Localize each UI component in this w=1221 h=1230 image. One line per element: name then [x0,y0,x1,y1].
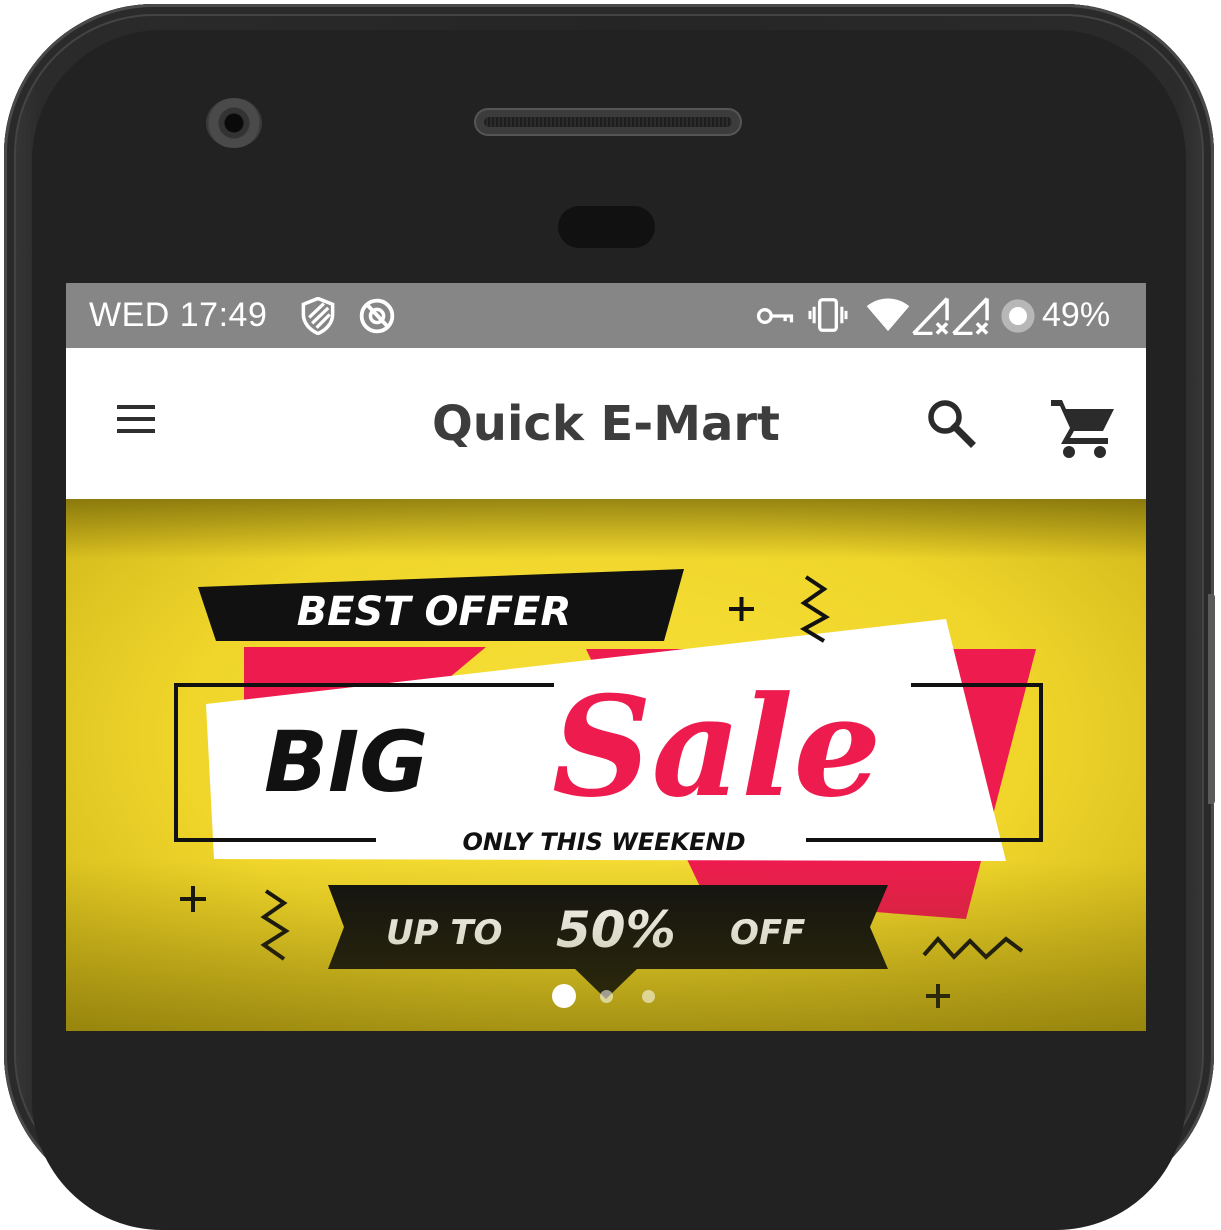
carousel-indicators [66,984,1146,1014]
status-bar: WED 17:49 49% [66,283,1146,348]
signal-no-service-icon [952,297,989,335]
carousel-dot[interactable] [599,989,613,1003]
status-time: WED 17:49 [89,296,268,334]
vpn-key-icon [756,308,794,324]
discount-suffix-text: OFF [730,913,805,953]
zigzag-decoration [799,575,830,643]
search-button[interactable] [916,388,986,458]
front-camera [206,98,262,148]
sale-text: Sale [552,665,881,828]
plus-decoration [180,886,206,912]
phone-screen: WED 17:49 49% Quick E-Mart BEST OFFER BI… [66,283,1146,1031]
battery-percentage: 49% [1042,296,1111,334]
discount-prefix-text: UP TO [386,913,502,953]
shopping-cart-icon [1051,400,1114,458]
battery-saver-icon [1001,299,1035,333]
proximity-sensor [558,206,655,248]
vibrate-icon [808,298,848,332]
zigzag-decoration [260,889,290,961]
app-bar: Quick E-Mart [66,348,1146,499]
only-this-weekend-text: ONLY THIS WEEKEND [462,828,745,856]
best-offer-text: BEST OFFER [297,589,572,635]
sale-banner-artwork: BEST OFFER BIG Sale ONLY THIS WEEKEND UP… [174,569,1043,1008]
carousel-dot[interactable] [641,989,655,1003]
signal-no-service-icon [912,297,949,335]
big-text: BIG [264,713,428,811]
earpiece-speaker [474,108,742,136]
discount-value-text: 50% [556,901,676,959]
wifi-icon [866,298,910,332]
no-sync-icon [359,298,395,334]
cart-button[interactable] [1042,388,1122,468]
carousel-dot-active[interactable] [552,984,576,1008]
zigzag-decoration [922,935,1024,960]
phone-side-button [1208,594,1215,804]
shield-icon [301,297,335,335]
search-icon [928,400,976,448]
discount-ribbon [328,885,888,969]
promo-banner[interactable]: BEST OFFER BIG Sale ONLY THIS WEEKEND UP… [66,499,1146,1031]
plus-decoration [729,597,754,621]
